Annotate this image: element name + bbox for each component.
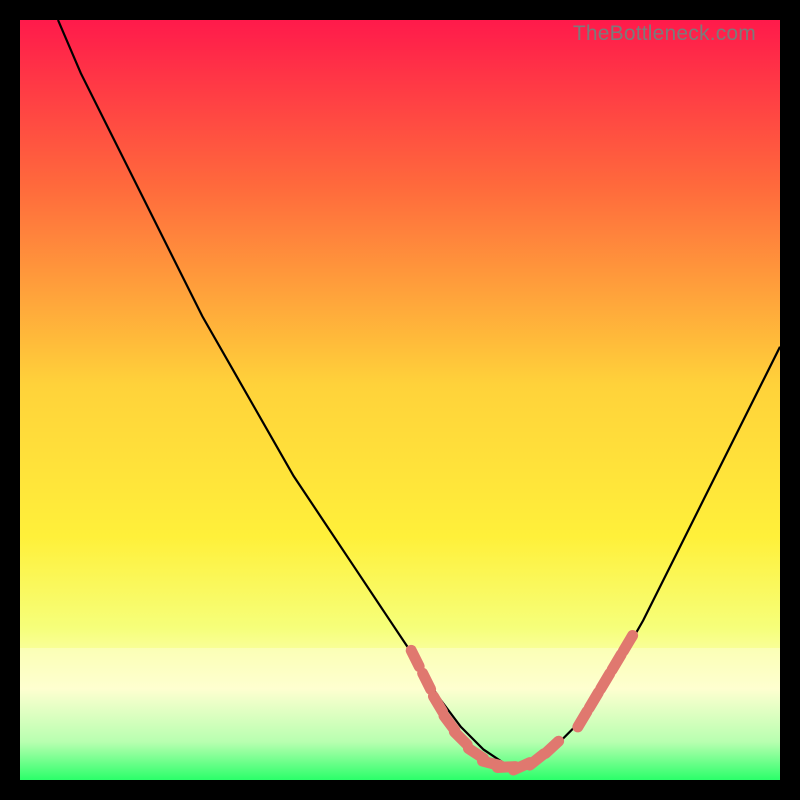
watermark-text: TheBottleneck.com [573,22,756,46]
chart-frame: TheBottleneck.com [20,20,780,780]
marker-dash [411,650,419,666]
bottleneck-chart [20,20,780,780]
pale-band [20,648,780,688]
marker-dash [423,673,431,689]
